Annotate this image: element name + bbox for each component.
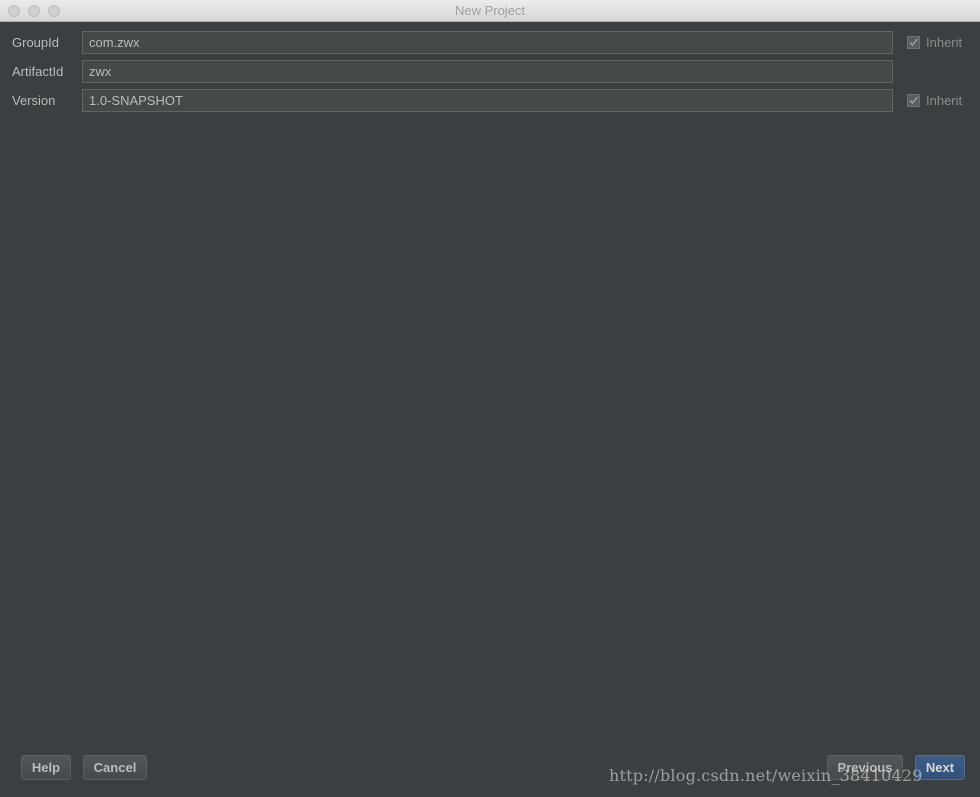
help-button[interactable]: Help — [21, 755, 71, 780]
inherit-label: Inherit — [926, 35, 963, 50]
version-row: Version 1.0-SNAPSHOT Inherit — [0, 89, 980, 113]
artifact-id-input[interactable]: zwx — [82, 60, 893, 83]
inherit-label: Inherit — [926, 93, 963, 108]
title-bar: New Project — [0, 0, 980, 22]
version-inherit-checkbox[interactable]: Inherit — [907, 93, 962, 109]
artifact-id-label: ArtifactId — [12, 64, 64, 79]
group-id-label: GroupId — [12, 35, 59, 50]
version-label: Version — [12, 93, 56, 108]
watermark-text: http://blog.csdn.net/weixin_38410429 — [609, 766, 923, 785]
checkbox-icon — [907, 94, 920, 107]
group-id-row: GroupId com.zwx Inherit — [0, 31, 980, 55]
version-input[interactable]: 1.0-SNAPSHOT — [82, 89, 893, 112]
checkbox-icon — [907, 36, 920, 49]
window-title: New Project — [454, 3, 526, 18]
cancel-button[interactable]: Cancel — [83, 755, 147, 780]
group-id-input[interactable]: com.zwx — [82, 31, 893, 54]
artifact-id-row: ArtifactId zwx — [0, 60, 980, 84]
group-id-inherit-checkbox[interactable]: Inherit — [907, 35, 962, 51]
